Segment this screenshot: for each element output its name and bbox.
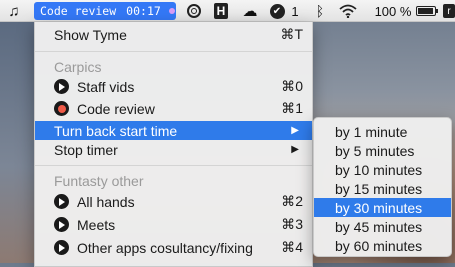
submenu-item-1-minute[interactable]: by 1 minute bbox=[314, 122, 451, 141]
group-header-label: Funtasty other bbox=[54, 172, 144, 189]
submenu-item-60-minutes[interactable]: by 60 minutes bbox=[314, 236, 451, 255]
bluetooth-icon[interactable]: ᛒ bbox=[312, 0, 328, 22]
submenu-item-label: by 45 minutes bbox=[335, 218, 423, 235]
play-icon bbox=[54, 240, 69, 255]
tyme-timer-status-item[interactable]: Code review 00:17 bbox=[34, 2, 176, 20]
cloud-icon[interactable]: ☁ bbox=[240, 0, 260, 22]
submenu-item-label: by 15 minutes bbox=[335, 180, 423, 197]
menu-item-label: Show Tyme bbox=[54, 26, 127, 43]
turn-back-submenu: by 1 minute by 5 minutes by 10 minutes b… bbox=[313, 117, 452, 257]
group-header-label: Carpics bbox=[54, 58, 102, 75]
desktop-background bbox=[0, 22, 34, 263]
battery-icon[interactable] bbox=[414, 0, 438, 22]
timer-task-name: Code review bbox=[40, 4, 117, 18]
play-icon bbox=[54, 79, 69, 94]
menu-group-header-funtasty-other: Funtasty other bbox=[35, 171, 312, 190]
submenu-arrow-icon: ▶ bbox=[291, 125, 299, 136]
play-icon bbox=[54, 217, 69, 232]
menu-item-label: Code review bbox=[77, 100, 155, 117]
battery-percentage: 100 % bbox=[374, 3, 412, 19]
music-note-icon[interactable]: ♫ bbox=[6, 0, 22, 22]
menu-separator bbox=[35, 165, 312, 166]
h-app-icon[interactable]: H bbox=[212, 0, 230, 22]
menu-item-show-tyme[interactable]: Show Tyme ⌘T bbox=[35, 25, 312, 44]
submenu-item-label: by 60 minutes bbox=[335, 237, 423, 254]
submenu-item-10-minutes[interactable]: by 10 minutes bbox=[314, 160, 451, 179]
menu-group-header-carpics: Carpics bbox=[35, 57, 312, 76]
submenu-item-label: by 1 minute bbox=[335, 123, 408, 140]
menu-item-shortcut: ⌘0 bbox=[281, 78, 303, 94]
menu-item-staff-vids[interactable]: Staff vids ⌘0 bbox=[35, 77, 312, 96]
menu-item-label: All hands bbox=[77, 193, 135, 210]
submenu-item-15-minutes[interactable]: by 15 minutes bbox=[314, 179, 451, 198]
play-icon bbox=[54, 194, 69, 209]
menu-bar: ♫ Code review 00:17 H ☁ ✔ 1 ᛒ 100 % r bbox=[0, 0, 455, 22]
tyme-dropdown-menu: Show Tyme ⌘T Carpics Staff vids ⌘0 Code … bbox=[34, 22, 313, 267]
timer-color-dot bbox=[168, 8, 175, 14]
record-icon bbox=[54, 101, 69, 116]
menu-item-turn-back-start-time[interactable]: Turn back start time ▶ bbox=[35, 121, 312, 140]
menu-item-label: Stop timer bbox=[54, 141, 118, 158]
menu-item-meets[interactable]: Meets ⌘3 bbox=[35, 215, 312, 234]
checkmark-icon[interactable]: ✔ bbox=[268, 0, 286, 22]
menu-item-other-apps-consultancy[interactable]: Other apps cosultancy/fixing ⌘4 bbox=[35, 238, 312, 257]
submenu-item-label: by 30 minutes bbox=[335, 199, 423, 216]
timer-elapsed-time: 00:17 bbox=[126, 4, 161, 18]
menu-item-label: Meets bbox=[77, 216, 116, 233]
submenu-item-label: by 5 minutes bbox=[335, 142, 415, 159]
menu-separator bbox=[35, 51, 312, 52]
menu-item-label: Turn back start time bbox=[54, 122, 178, 139]
wifi-icon[interactable] bbox=[338, 0, 358, 22]
submenu-item-30-minutes[interactable]: by 30 minutes bbox=[314, 198, 451, 217]
menu-item-all-hands[interactable]: All hands ⌘2 bbox=[35, 192, 312, 211]
menu-item-shortcut: ⌘2 bbox=[281, 193, 303, 209]
submenu-arrow-icon: ▶ bbox=[291, 144, 299, 155]
notification-count: 1 bbox=[291, 3, 299, 19]
submenu-item-label: by 10 minutes bbox=[335, 161, 423, 178]
menu-item-stop-timer[interactable]: Stop timer ▶ bbox=[35, 140, 312, 159]
menu-item-shortcut: ⌘4 bbox=[281, 239, 303, 255]
airplay-icon[interactable] bbox=[184, 0, 204, 22]
submenu-item-45-minutes[interactable]: by 45 minutes bbox=[314, 217, 451, 236]
menu-item-shortcut: ⌘T bbox=[280, 26, 303, 42]
app-icon[interactable]: r bbox=[442, 0, 455, 22]
submenu-item-5-minutes[interactable]: by 5 minutes bbox=[314, 141, 451, 160]
menu-item-label: Other apps cosultancy/fixing bbox=[77, 239, 253, 256]
menu-item-shortcut: ⌘3 bbox=[281, 216, 303, 232]
menu-item-code-review[interactable]: Code review ⌘1 bbox=[35, 99, 312, 118]
menu-item-shortcut: ⌘1 bbox=[281, 100, 303, 116]
menu-item-label: Staff vids bbox=[77, 78, 135, 95]
